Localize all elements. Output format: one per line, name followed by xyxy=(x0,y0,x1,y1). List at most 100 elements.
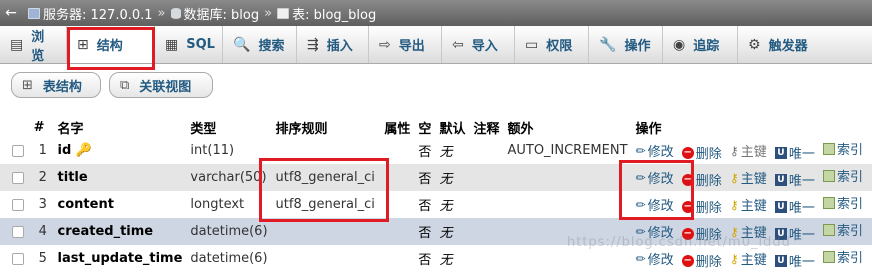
row-checkbox[interactable] xyxy=(12,225,24,238)
tab-label: SQL xyxy=(186,37,215,52)
breadcrumb-table-label[interactable]: 表: blog_blog xyxy=(292,4,376,23)
row-num: 2 xyxy=(29,164,54,191)
breadcrumb-server[interactable]: 服务器: 127.0.0.1 xyxy=(28,4,153,23)
watermark: https://blog.csdn.net/m0_lddd xyxy=(567,235,791,250)
tab-label: 触发器 xyxy=(768,39,808,54)
field-extra xyxy=(503,164,632,191)
field-attributes xyxy=(380,245,415,272)
privileges-icon: ▭ xyxy=(525,36,539,53)
row-num: 4 xyxy=(29,218,54,245)
primary-button[interactable]: ⚷ 主键 xyxy=(729,168,767,188)
server-icon xyxy=(28,7,40,19)
index-button[interactable]: 索引 xyxy=(823,220,863,239)
row-checkbox[interactable] xyxy=(12,144,24,157)
field-null: 否 xyxy=(414,191,436,218)
annotation-box-structure-tab xyxy=(67,27,155,70)
primary-label: 主键 xyxy=(740,253,767,268)
subtab-label: 关联视图 xyxy=(139,79,192,95)
index-button[interactable]: 索引 xyxy=(823,193,863,212)
row-checkbox-cell xyxy=(0,218,30,245)
index-icon xyxy=(823,223,836,236)
edit-button[interactable]: ✏ 修改 xyxy=(636,249,674,269)
header-default[interactable]: 默认 xyxy=(435,118,469,137)
field-extra xyxy=(503,191,632,218)
field-default: 无 xyxy=(435,137,470,164)
tab-browse[interactable]: ▤ 浏览 xyxy=(0,26,67,64)
import-icon: ⇦ xyxy=(452,36,464,53)
primary-label: 主键 xyxy=(740,172,767,187)
breadcrumb-server-label[interactable]: 服务器: 127.0.0.1 xyxy=(43,4,153,23)
field-name: title xyxy=(57,170,88,185)
header-null[interactable]: 空 xyxy=(414,118,435,137)
index-label: 索引 xyxy=(837,224,864,239)
breadcrumb-separator: » xyxy=(264,5,273,21)
subtab-label: 表结构 xyxy=(42,79,82,95)
unique-button[interactable]: U 唯一 xyxy=(774,197,815,216)
drop-label: 删除 xyxy=(695,174,722,189)
index-icon xyxy=(823,250,836,263)
primary-button[interactable]: ⚷ 主键 xyxy=(729,141,767,161)
unique-label: 唯一 xyxy=(788,228,815,243)
tab-label: 追踪 xyxy=(693,39,720,54)
unique-button[interactable]: U 唯一 xyxy=(774,251,815,270)
unique-icon: U xyxy=(774,200,787,213)
back-arrow-icon[interactable]: ← xyxy=(0,0,22,26)
index-button[interactable]: 索引 xyxy=(823,166,863,185)
index-label: 索引 xyxy=(837,197,864,212)
breadcrumb-database-label[interactable]: 数据库: blog xyxy=(184,4,260,23)
tab-label: 搜索 xyxy=(258,39,285,54)
row-name-cell: last_update_time xyxy=(53,245,187,272)
export-icon: ⇨ xyxy=(379,36,391,53)
row-num: 3 xyxy=(29,191,54,218)
edit-button[interactable]: ✏ 修改 xyxy=(636,141,674,161)
header-comment[interactable]: 注释 xyxy=(469,118,503,137)
table-header-row: # 名字 类型 排序规则 属性 空 默认 注释 额外 操作 xyxy=(0,118,872,137)
key-icon: ⚷ xyxy=(729,170,739,185)
primary-button[interactable]: ⚷ 主键 xyxy=(730,249,767,269)
subtab-relation-view[interactable]: ⧉ 关联视图 xyxy=(109,72,213,98)
field-type: datetime(6) xyxy=(186,245,272,272)
field-name: id xyxy=(57,143,72,158)
header-name[interactable]: 名字 xyxy=(54,118,187,137)
breadcrumb-database[interactable]: 数据库: blog xyxy=(170,4,260,23)
row-checkbox-cell xyxy=(0,245,30,272)
row-num: 5 xyxy=(29,245,54,272)
key-icon: ⚷ xyxy=(729,143,739,158)
tab-tracking[interactable]: ◉ 追踪 xyxy=(663,26,738,63)
field-name: last_update_time xyxy=(57,251,183,266)
field-comment xyxy=(469,164,504,191)
row-checkbox[interactable] xyxy=(12,198,24,211)
annotation-box-collation xyxy=(259,158,389,222)
field-collation xyxy=(271,218,381,245)
unique-button[interactable]: U 唯一 xyxy=(774,170,815,189)
drop-label: 删除 xyxy=(695,255,722,270)
row-checkbox[interactable] xyxy=(12,171,24,184)
row-checkbox-cell xyxy=(0,164,30,191)
annotation-box-edit-buttons xyxy=(619,160,694,220)
index-button[interactable]: 索引 xyxy=(823,247,863,266)
tab-operations[interactable]: 🔧 操作 xyxy=(589,26,663,63)
tab-triggers[interactable]: ⚙ 触发器 xyxy=(738,26,872,63)
tab-export[interactable]: ⇨ 导出 xyxy=(369,26,442,63)
drop-button[interactable]: − 删除 xyxy=(681,251,722,270)
breadcrumb-table[interactable]: 表: blog_blog xyxy=(277,4,376,23)
tab-insert[interactable]: ⇶ 插入 xyxy=(297,26,369,63)
table-row: 1 id 🔑 int(11) 否 无 AUTO_INCREMENT ✏ 修改 − 删… xyxy=(0,137,872,164)
row-checkbox-cell xyxy=(0,137,30,164)
row-checkbox[interactable] xyxy=(12,252,24,265)
tab-sql[interactable]: ▦ SQL xyxy=(155,26,223,63)
tab-privileges[interactable]: ▭ 权限 xyxy=(515,26,589,63)
tab-import[interactable]: ⇦ 导入 xyxy=(442,26,515,63)
index-icon xyxy=(823,169,836,182)
subtab-table-structure[interactable]: ⊞ 表结构 xyxy=(11,72,101,98)
tab-search[interactable]: 🔍 搜索 xyxy=(223,26,297,63)
header-attributes[interactable]: 属性 xyxy=(380,118,414,137)
field-name: content xyxy=(57,197,114,212)
primary-button[interactable]: ⚷ 主键 xyxy=(730,195,767,215)
header-type[interactable]: 类型 xyxy=(186,118,271,137)
unique-button[interactable]: U 唯一 xyxy=(774,143,815,162)
header-extra[interactable]: 额外 xyxy=(503,118,631,137)
tab-label: 导入 xyxy=(471,39,498,54)
header-collation[interactable]: 排序规则 xyxy=(272,118,381,137)
index-button[interactable]: 索引 xyxy=(823,139,863,158)
